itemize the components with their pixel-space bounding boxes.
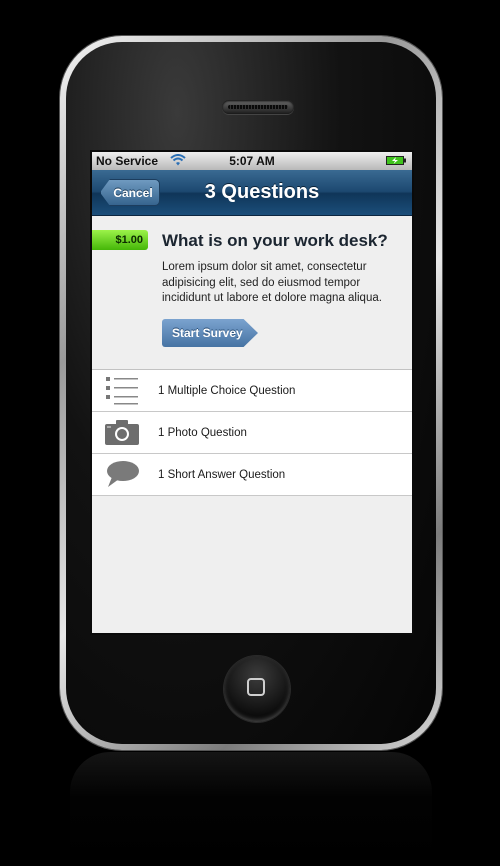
- status-time: 5:07 AM: [229, 154, 275, 168]
- question-list: 1 Multiple Choice Question 1 Photo Quest…: [92, 369, 412, 496]
- speech-bubble-icon: [107, 461, 139, 487]
- question-row-photo[interactable]: 1 Photo Question: [92, 412, 412, 454]
- question-row-label: 1 Multiple Choice Question: [158, 384, 296, 397]
- phone-reflection: [70, 752, 432, 866]
- camera-icon: [105, 420, 139, 445]
- screen: No Service 5:07 AM Cancel 3 Questions $1…: [92, 152, 412, 633]
- navigation-bar: Cancel 3 Questions: [92, 170, 412, 216]
- list-icon: [106, 377, 138, 405]
- battery-charging-icon: [386, 156, 406, 165]
- start-survey-button[interactable]: Start Survey: [162, 319, 258, 347]
- question-row-multiple-choice[interactable]: 1 Multiple Choice Question: [92, 370, 412, 412]
- question-row-label: 1 Short Answer Question: [158, 468, 286, 481]
- survey-header: $1.00 What is on your work desk? Lorem i…: [92, 216, 412, 369]
- nav-title: 3 Questions: [204, 181, 320, 203]
- home-square-icon: [247, 678, 265, 696]
- question-row-label: 1 Photo Question: [158, 426, 247, 439]
- speaker-grille: [222, 100, 294, 114]
- home-button[interactable]: [224, 656, 290, 722]
- question-row-short-answer[interactable]: 1 Short Answer Question: [92, 454, 412, 496]
- survey-title: What is on your work desk?: [162, 231, 388, 250]
- status-bar: No Service 5:07 AM: [92, 152, 412, 170]
- price-badge: $1.00: [92, 230, 148, 250]
- survey-description: Lorem ipsum dolor sit amet, consectetur …: [162, 261, 382, 304]
